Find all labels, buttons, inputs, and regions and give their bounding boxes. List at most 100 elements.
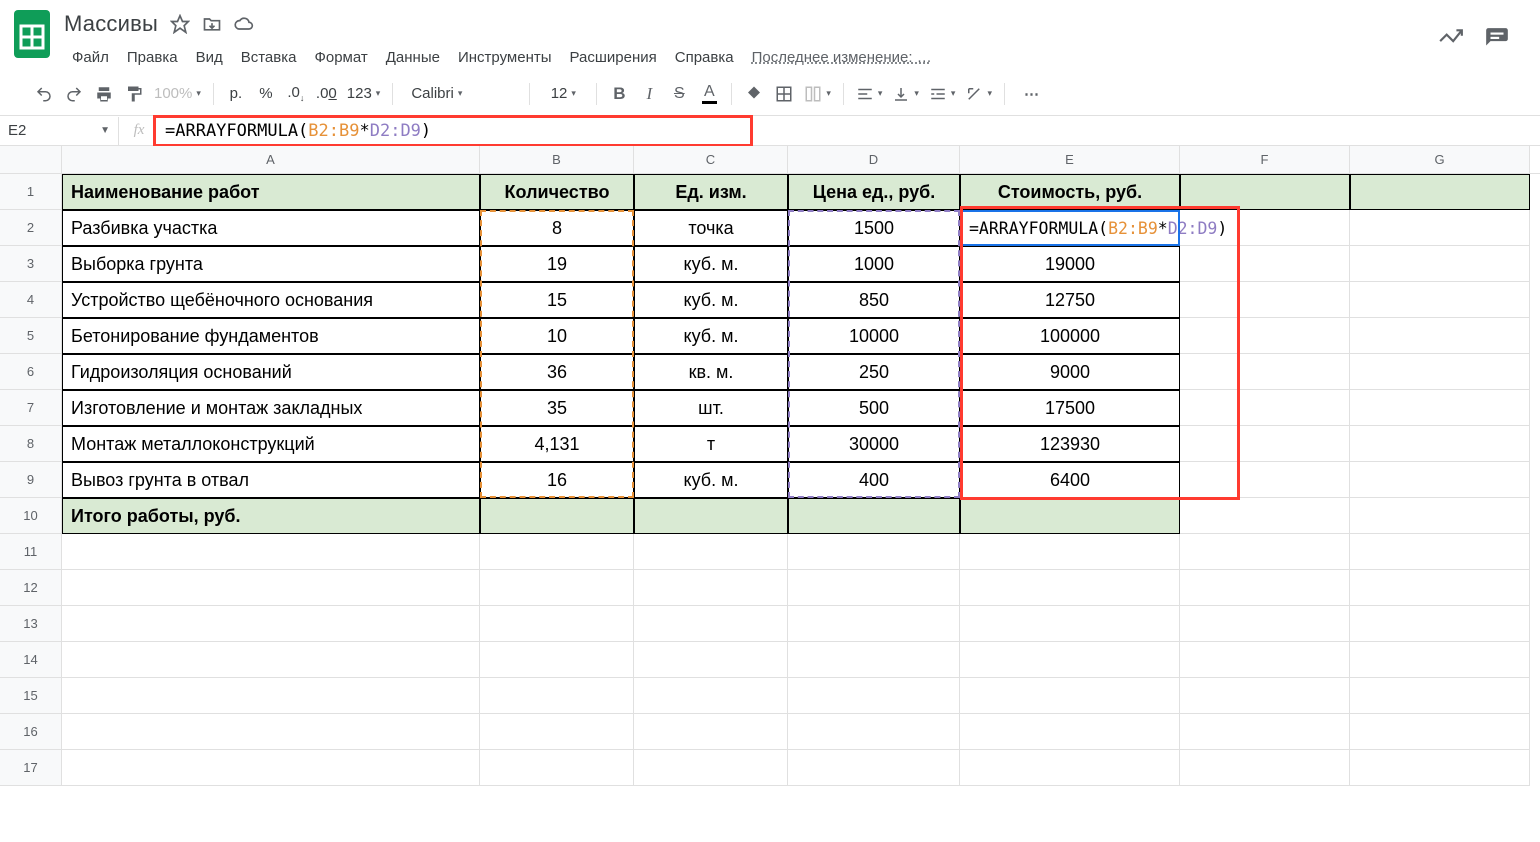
cell-total-label[interactable]: Итого работы, руб. <box>62 498 480 534</box>
cell[interactable]: куб. м. <box>634 318 788 354</box>
menu-insert[interactable]: Вставка <box>233 45 305 70</box>
spreadsheet-grid[interactable]: A B C D E F G 1 Наименование работ Колич… <box>0 146 1540 786</box>
cell-D2[interactable]: 1500 <box>788 210 960 246</box>
move-folder-icon[interactable] <box>202 14 222 34</box>
cell[interactable]: 1000 <box>788 246 960 282</box>
cell[interactable]: Вывоз грунта в отвал <box>62 462 480 498</box>
cell[interactable] <box>62 606 480 642</box>
cell[interactable] <box>634 750 788 786</box>
wrap-dropdown[interactable] <box>925 80 960 108</box>
cell[interactable]: 19000 <box>960 246 1180 282</box>
cell[interactable]: 250 <box>788 354 960 390</box>
bold-button[interactable]: B <box>605 80 633 108</box>
more-toolbar-button[interactable]: ⋯ <box>1019 80 1047 108</box>
col-header-C[interactable]: C <box>634 146 788 173</box>
cell-G1[interactable] <box>1350 174 1530 210</box>
col-header-B[interactable]: B <box>480 146 634 173</box>
cell[interactable]: Выборка грунта <box>62 246 480 282</box>
undo-button[interactable] <box>30 80 58 108</box>
cell[interactable] <box>1180 570 1350 606</box>
increase-decimal-button[interactable]: .00 <box>312 80 341 108</box>
row-header[interactable]: 12 <box>0 570 62 606</box>
cell[interactable] <box>1350 354 1530 390</box>
cell[interactable]: 15 <box>480 282 634 318</box>
cell[interactable]: 17500 <box>960 390 1180 426</box>
cell[interactable] <box>1350 282 1530 318</box>
select-all-corner[interactable] <box>0 146 62 173</box>
cell[interactable] <box>1180 318 1350 354</box>
cell[interactable] <box>960 498 1180 534</box>
cell[interactable] <box>480 642 634 678</box>
cell[interactable]: Изготовление и монтаж закладных <box>62 390 480 426</box>
cell[interactable] <box>788 606 960 642</box>
cell[interactable] <box>62 534 480 570</box>
borders-button[interactable] <box>770 80 798 108</box>
cell[interactable] <box>788 534 960 570</box>
cell[interactable]: Бетонирование фундаментов <box>62 318 480 354</box>
cell[interactable] <box>634 642 788 678</box>
col-header-F[interactable]: F <box>1180 146 1350 173</box>
cell[interactable] <box>1350 426 1530 462</box>
cell-E1[interactable]: Стоимость, руб. <box>960 174 1180 210</box>
cell[interactable] <box>1180 354 1350 390</box>
cell[interactable] <box>1350 714 1530 750</box>
cell[interactable] <box>1180 678 1350 714</box>
cell[interactable] <box>1350 642 1530 678</box>
col-header-A[interactable]: A <box>62 146 480 173</box>
cell[interactable] <box>788 642 960 678</box>
cell[interactable] <box>960 606 1180 642</box>
row-header[interactable]: 17 <box>0 750 62 786</box>
cell-C1[interactable]: Ед. изм. <box>634 174 788 210</box>
cell[interactable] <box>634 714 788 750</box>
cell[interactable] <box>1180 462 1350 498</box>
row-header[interactable]: 2 <box>0 210 62 246</box>
row-header[interactable]: 15 <box>0 678 62 714</box>
cell[interactable]: 10 <box>480 318 634 354</box>
cell[interactable] <box>1350 534 1530 570</box>
activity-icon[interactable] <box>1438 26 1464 52</box>
valign-dropdown[interactable] <box>888 80 923 108</box>
cell[interactable] <box>1180 606 1350 642</box>
cell[interactable] <box>634 498 788 534</box>
number-format-dropdown[interactable]: 123 <box>343 80 385 108</box>
col-header-D[interactable]: D <box>788 146 960 173</box>
cell[interactable]: 12750 <box>960 282 1180 318</box>
font-size-dropdown[interactable]: 12 <box>538 80 588 108</box>
cell[interactable] <box>480 570 634 606</box>
row-header[interactable]: 14 <box>0 642 62 678</box>
cell[interactable]: 30000 <box>788 426 960 462</box>
cell[interactable] <box>960 642 1180 678</box>
cell[interactable] <box>1350 750 1530 786</box>
rotate-dropdown[interactable] <box>961 80 996 108</box>
decrease-decimal-button[interactable]: .0↓ <box>282 80 310 108</box>
row-header[interactable]: 3 <box>0 246 62 282</box>
formula-bar[interactable]: =ARRAYFORMULA(B2:B9*D2:D9) <box>159 117 1540 145</box>
row-header[interactable]: 6 <box>0 354 62 390</box>
zoom-dropdown[interactable]: 100% <box>150 80 205 108</box>
name-box[interactable]: E2▼ <box>0 122 118 139</box>
cell[interactable] <box>62 714 480 750</box>
menu-edit[interactable]: Правка <box>119 45 186 70</box>
cell[interactable] <box>1180 426 1350 462</box>
cell[interactable] <box>62 678 480 714</box>
font-dropdown[interactable]: Calibri <box>401 80 521 108</box>
cell[interactable] <box>960 678 1180 714</box>
print-button[interactable] <box>90 80 118 108</box>
cell[interactable] <box>960 534 1180 570</box>
cell[interactable] <box>634 534 788 570</box>
cell[interactable] <box>788 750 960 786</box>
cell[interactable] <box>1180 534 1350 570</box>
cell[interactable]: 500 <box>788 390 960 426</box>
cell-A1[interactable]: Наименование работ <box>62 174 480 210</box>
cell[interactable]: куб. м. <box>634 282 788 318</box>
cell[interactable]: 36 <box>480 354 634 390</box>
cell[interactable] <box>1350 678 1530 714</box>
cell[interactable] <box>1350 390 1530 426</box>
row-header[interactable]: 1 <box>0 174 62 210</box>
last-edit-link[interactable]: Последнее изменение: … <box>752 49 932 66</box>
row-header[interactable]: 13 <box>0 606 62 642</box>
percent-button[interactable]: % <box>252 80 280 108</box>
row-header[interactable]: 7 <box>0 390 62 426</box>
cell[interactable] <box>62 570 480 606</box>
cloud-status-icon[interactable] <box>234 14 254 34</box>
